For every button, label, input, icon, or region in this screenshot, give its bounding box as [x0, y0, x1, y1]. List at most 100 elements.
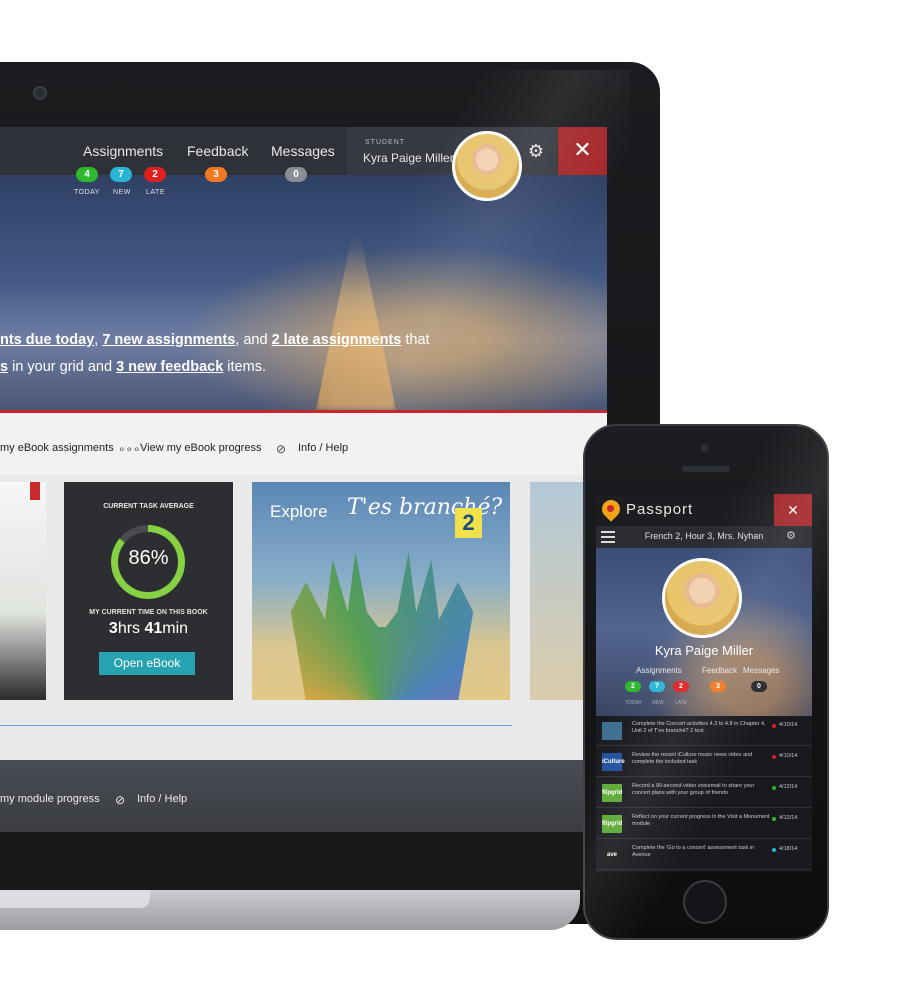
links-row: my eBook assignments ∘∘∘View my eBook pr… — [0, 413, 607, 475]
bottom-bar: my module progress ⊘ Info / Help — [0, 760, 607, 832]
gear-icon[interactable]: ⚙ — [786, 529, 796, 542]
today-label: TODAY — [625, 700, 642, 706]
laptop-screen: nts due today, 7 new assignments, and 2 … — [0, 127, 607, 832]
list-item[interactable]: Complete the Concert activities 4.3 to 4… — [596, 716, 812, 746]
new-assignments-link[interactable]: 7 new assignments — [102, 332, 235, 348]
eiffel-tower-image — [316, 235, 396, 410]
list-item[interactable]: flipgrid Record a 90-second video voicema… — [596, 778, 812, 808]
gear-icon[interactable]: ⚙ — [526, 141, 546, 161]
book-card-left[interactable] — [0, 482, 46, 700]
time-min-unit: min — [162, 620, 189, 637]
cover-number: 2 — [455, 508, 482, 538]
progress-dots-icon: ∘∘∘ — [118, 442, 141, 456]
nav-feedback[interactable]: Feedback — [187, 143, 248, 159]
item-thumbnail — [602, 722, 622, 740]
ebook-progress-link[interactable]: ∘∘∘View my eBook progress — [118, 442, 261, 456]
list-item[interactable]: iCulture Review the recent iCulture music… — [596, 747, 812, 777]
ebook-assignments-link[interactable]: my eBook assignments — [0, 442, 114, 454]
bookmark-flag — [30, 482, 40, 500]
module-progress-link[interactable]: my module progress — [0, 793, 100, 805]
messages-badge[interactable]: 0 — [285, 167, 307, 182]
phone-camera — [701, 444, 709, 452]
laptop-camera — [33, 86, 47, 100]
time-hrs-unit: hrs — [117, 620, 141, 637]
hero-text: in your grid and — [8, 359, 117, 375]
laptop-chin — [0, 832, 640, 892]
close-icon: ✕ — [787, 502, 799, 518]
nav-messages[interactable]: Messages — [271, 143, 335, 159]
phone-topbar: Passport ✕ — [596, 494, 812, 526]
late-label: LATE — [146, 189, 165, 196]
list-item[interactable]: flipgrid Reflect on your current progress… — [596, 809, 812, 839]
feedback-badge[interactable]: 3 — [710, 681, 726, 692]
link-label: my eBook assignments — [0, 442, 114, 454]
cover-explore: Explore — [270, 502, 328, 521]
item-date: 4/10/14 — [779, 722, 798, 728]
pin-dot — [607, 505, 614, 512]
home-button[interactable] — [683, 880, 727, 924]
today-badge[interactable]: 2 — [625, 681, 641, 692]
today-badge[interactable]: 4 — [76, 167, 98, 182]
nav-messages[interactable]: Messages — [743, 666, 779, 675]
item-text: Complete the 'Go to a concert' assessmen… — [632, 845, 755, 858]
world-hands-image — [290, 552, 474, 700]
list-item[interactable]: ave Complete the 'Go to a concert' assess… — [596, 840, 812, 870]
grid-link[interactable]: s — [0, 359, 8, 375]
nav-assignments[interactable]: Assignments — [83, 143, 163, 159]
item-text: Record a 90-second video voicemail to sh… — [632, 783, 755, 796]
item-text: Review the recent iCulture music news vi… — [632, 752, 753, 765]
nav-assignments[interactable]: Assignments — [636, 666, 682, 675]
late-assignments-link[interactable]: 2 late assignments — [272, 332, 402, 348]
item-date: 4/10/14 — [779, 753, 798, 759]
time-min: 41 — [144, 620, 163, 637]
stats-title: CURRENT TASK AVERAGE — [103, 503, 194, 510]
new-label: NEW — [652, 700, 664, 706]
book-cover[interactable]: Explore T'es branché? 2 — [252, 482, 510, 700]
new-badge[interactable]: 7 — [110, 167, 132, 182]
hero-text: items. — [223, 359, 266, 375]
nav-feedback[interactable]: Feedback — [702, 666, 737, 675]
close-icon: ✕ — [573, 137, 592, 162]
brand-name: Passport — [626, 501, 694, 518]
late-badge[interactable]: 2 — [673, 681, 689, 692]
info-help-link[interactable]: ⊘ Info / Help — [276, 442, 348, 456]
hero-text: that — [401, 332, 430, 348]
item-thumbnail: flipgrid — [602, 784, 622, 802]
student-tag: STUDENT — [365, 139, 406, 146]
avatar[interactable] — [662, 558, 742, 638]
book-stats-card: CURRENT TASK AVERAGE 86% MY CURRENT TIME… — [64, 482, 233, 700]
item-thumbnail: ave — [602, 846, 622, 864]
item-text: Complete the Concert activities 4.3 to 4… — [632, 721, 766, 734]
status-dot — [772, 724, 776, 728]
carousel-track — [0, 725, 512, 726]
avatar[interactable] — [452, 131, 522, 201]
hero-summary-line2: s in your grid and 3 new feedback items. — [0, 359, 600, 375]
compass-icon: ⊘ — [276, 442, 287, 456]
open-ebook-button[interactable]: Open eBook — [99, 652, 195, 675]
item-text: Reflect on your current progress in the … — [632, 814, 770, 827]
average-value: 86% — [128, 547, 169, 569]
phone-subbar: French 2, Hour 3, Mrs. Nyhan ⚙ — [596, 526, 812, 548]
late-badge[interactable]: 2 — [144, 167, 166, 182]
today-label: TODAY — [74, 189, 100, 196]
hero-banner: nts due today, 7 new assignments, and 2 … — [0, 175, 607, 410]
item-date: 4/18/14 — [779, 846, 798, 852]
phone-hero: Kyra Paige Miller Assignments Feedback M… — [596, 548, 812, 716]
status-dot — [772, 755, 776, 759]
phone-close-button[interactable]: ✕ — [774, 494, 812, 526]
new-label: NEW — [113, 189, 131, 196]
feedback-badge[interactable]: 3 — [205, 167, 227, 182]
new-badge[interactable]: 7 — [649, 681, 665, 692]
student-name: Kyra Paige Miller — [363, 151, 454, 165]
bottom-info-help-link[interactable]: ⊘ Info / Help — [115, 793, 187, 807]
phone-screen: Passport ✕ French 2, Hour 3, Mrs. Nyhan … — [596, 494, 812, 872]
hero-text: , and — [235, 332, 272, 348]
close-button[interactable]: ✕ — [558, 127, 607, 175]
status-dot — [772, 848, 776, 852]
due-today-link[interactable]: nts due today — [0, 332, 94, 348]
late-label: LATE — [675, 700, 688, 706]
messages-badge[interactable]: 0 — [751, 681, 767, 692]
phone-speaker — [682, 466, 730, 472]
new-feedback-link[interactable]: 3 new feedback — [116, 359, 223, 375]
time-label: MY CURRENT TIME ON THIS BOOK — [89, 609, 208, 616]
